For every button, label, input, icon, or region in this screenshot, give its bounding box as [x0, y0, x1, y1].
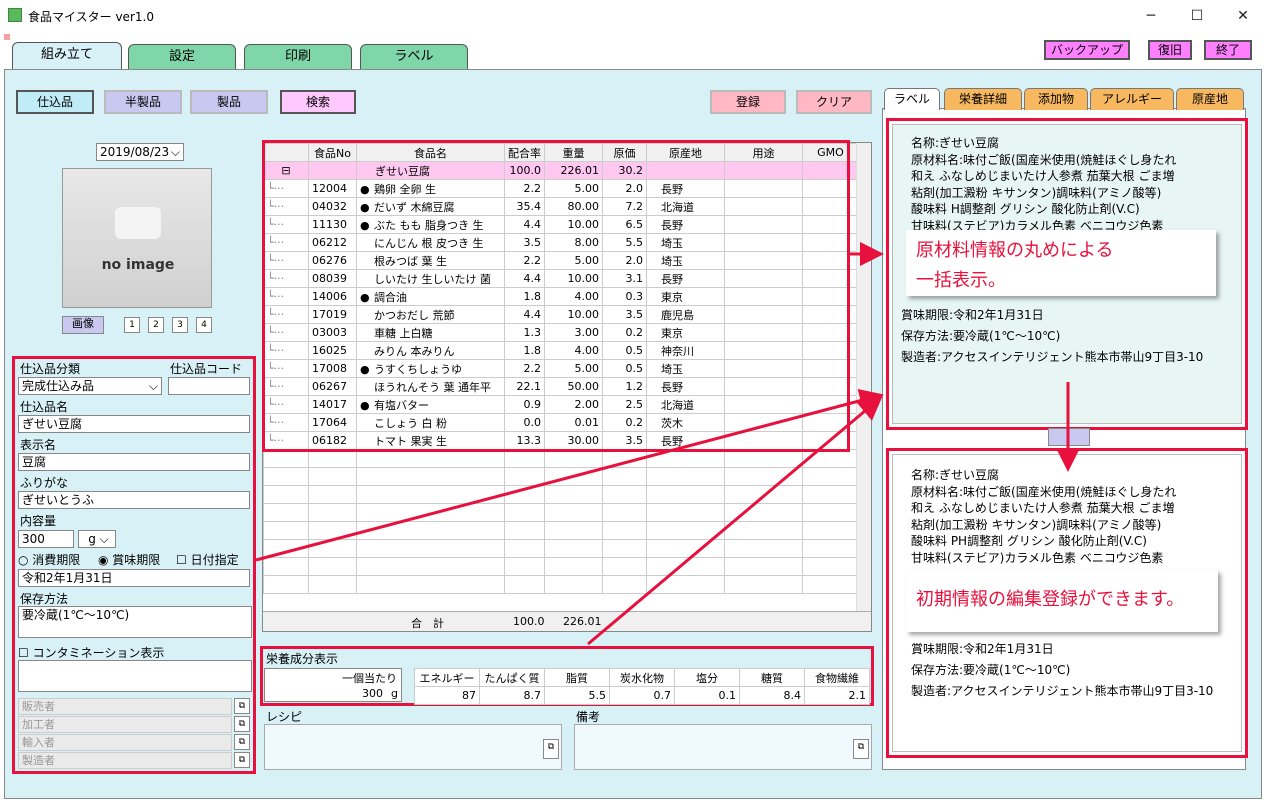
annotation-arrows — [255, 242, 1080, 646]
arrow-nutrition-to-label — [587, 396, 883, 646]
